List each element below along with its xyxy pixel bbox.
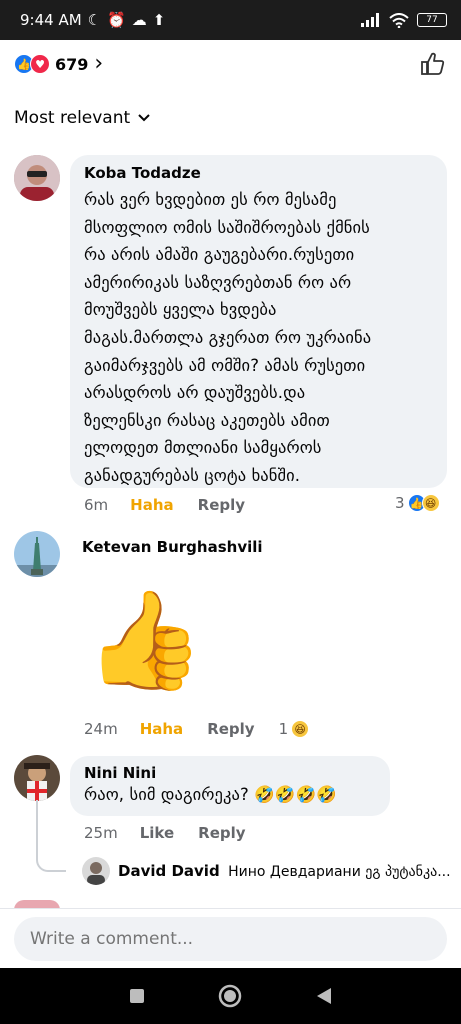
comment-time: 24m xyxy=(84,720,118,738)
thumbs-up-sticker: 👍 xyxy=(85,584,205,696)
chevron-down-icon xyxy=(138,114,150,122)
comment-time: 25m xyxy=(84,824,118,842)
wifi-icon xyxy=(389,12,409,28)
haha-reaction-icon: 😆 xyxy=(291,720,310,738)
signal-icon xyxy=(361,13,379,27)
comment-actions: 24m Haha Reply 1 😆 xyxy=(84,720,310,738)
system-nav-bar xyxy=(0,968,461,1024)
comment-reaction-count[interactable]: 3 👍 😆 xyxy=(395,494,440,512)
comment-actions: 25m Like Reply xyxy=(84,824,246,842)
haha-button[interactable]: Haha xyxy=(140,720,183,738)
comment-input[interactable] xyxy=(14,917,447,961)
sort-label: Most relevant xyxy=(14,108,131,128)
comment-reaction-count[interactable]: 1 😆 xyxy=(279,720,310,738)
battery-icon: 77 xyxy=(417,13,447,27)
comment-author[interactable]: Ketevan Burghashvili xyxy=(82,538,263,556)
reply-button[interactable]: Reply xyxy=(198,824,245,842)
sort-dropdown[interactable]: Most relevant xyxy=(14,108,150,128)
reaction-count: 679 xyxy=(55,54,89,74)
reply-snippet: Нино Девдариани ეგ პუტანკა... xyxy=(228,864,451,880)
comment-text: რას ვერ ხვდებით ეს რო მესამე მსოფლიო ომი… xyxy=(84,190,372,485)
comment-bubble[interactable]: Nini Nini რაო, სიმ დაგირეკა? 🤣🤣🤣🤣 xyxy=(70,756,390,816)
back-triangle-icon xyxy=(317,988,332,1004)
reply-button[interactable]: Reply xyxy=(198,496,245,514)
circle-icon xyxy=(219,984,242,1008)
comment-time: 6m xyxy=(84,496,109,514)
comment-text: რაო, სიმ დაგირეკა? 🤣🤣🤣🤣 xyxy=(84,785,337,804)
reply-button[interactable]: Reply xyxy=(207,720,254,738)
chevron-right-icon: › xyxy=(94,51,104,76)
comment-bubble[interactable]: Koba Todadze რას ვერ ხვდებით ეს რო მესამ… xyxy=(70,155,447,488)
reaction-count: 3 xyxy=(395,494,405,512)
like-post-icon[interactable] xyxy=(419,50,447,78)
cloud-icon: ☁ xyxy=(131,11,147,29)
like-button[interactable]: Like xyxy=(140,824,174,842)
home-button[interactable] xyxy=(217,983,243,1009)
post-reactions-bar: 👍 ♥ 679 › xyxy=(0,40,461,88)
square-icon xyxy=(129,989,144,1003)
avatar[interactable] xyxy=(14,531,60,577)
haha-button[interactable]: Haha xyxy=(130,496,173,514)
avatar xyxy=(82,857,110,885)
moon-icon: ☾ xyxy=(87,11,102,29)
reaction-summary[interactable]: 👍 ♥ 679 › xyxy=(14,53,103,75)
love-reaction-icon: ♥ xyxy=(30,54,50,74)
reply-thread-line xyxy=(36,800,66,872)
avatar[interactable] xyxy=(14,755,60,801)
comment-author[interactable]: Nini Nini xyxy=(84,764,376,782)
reply-preview[interactable]: David David Нино Девдариани ეგ პუტანკა..… xyxy=(82,857,452,885)
comment-actions: 6m Haha Reply xyxy=(84,496,245,514)
reply-author: David David xyxy=(118,862,220,880)
recent-apps-button[interactable] xyxy=(124,983,150,1009)
status-bar: 9:44 AM ☾ ⏰ ☁ ⬆ 77 xyxy=(0,0,461,40)
back-button[interactable] xyxy=(311,983,337,1009)
haha-reaction-icon: 😆 xyxy=(421,494,440,512)
upload-icon: ⬆ xyxy=(152,11,166,29)
alarm-icon: ⏰ xyxy=(107,11,126,29)
reply-preview-text: David David Нино Девдариани ეგ პუტანკა..… xyxy=(118,862,451,880)
avatar[interactable] xyxy=(14,155,60,201)
reaction-count: 1 xyxy=(278,720,289,738)
status-time: 9:44 AM xyxy=(20,11,82,29)
comment-author[interactable]: Koba Todadze xyxy=(84,164,433,182)
